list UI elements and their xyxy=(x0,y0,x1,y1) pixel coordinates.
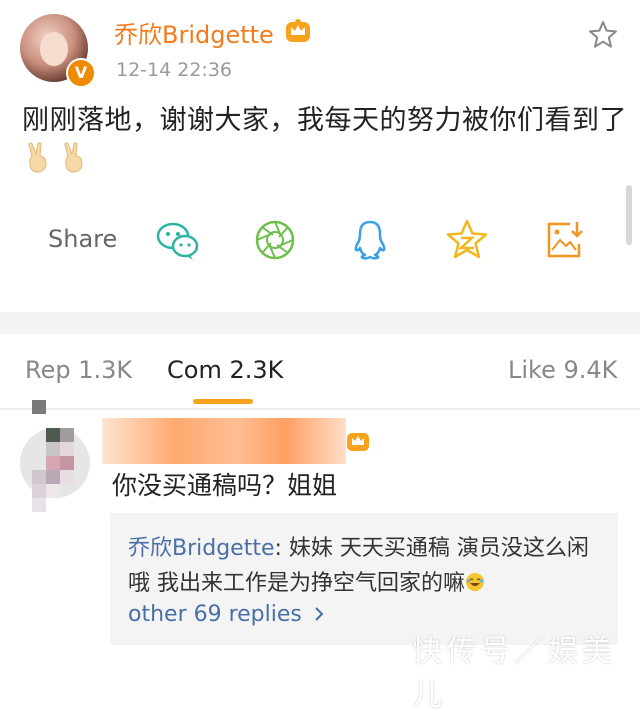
tabs-divider xyxy=(0,408,640,410)
watermark: 快传号／娱美儿 xyxy=(412,634,616,713)
moments-icon[interactable] xyxy=(251,216,299,264)
scrollbar-edge xyxy=(626,185,632,245)
section-divider xyxy=(0,312,640,334)
emoji-row xyxy=(24,142,90,174)
tab-likes[interactable]: Like 9.4K xyxy=(508,356,617,384)
tab-comments[interactable]: Com 2.3K xyxy=(167,356,283,384)
more-replies-link[interactable]: other 69 replies xyxy=(128,602,325,627)
post-text: 刚刚落地，谢谢大家，我每天的努力被你们看到了 xyxy=(22,105,627,136)
reply-line: 哦 我出来工作是为挣空气回家的嘛 xyxy=(128,565,485,597)
reply-colon: : xyxy=(274,536,289,561)
victory-hand-icon xyxy=(64,142,83,173)
reply-text-part1: 妹妹 天天买通稿 演员没这么闲 xyxy=(288,536,589,561)
reply-text-part2: 哦 我出来工作是为挣空气回家的嘛 xyxy=(128,571,465,596)
active-tab-indicator xyxy=(193,399,253,404)
post-timestamp: 12-14 22:36 xyxy=(116,59,233,81)
victory-hand-icon xyxy=(28,142,47,173)
comment-text: 你没买通稿吗？姐姐 xyxy=(112,471,338,500)
chevron-right-icon xyxy=(315,607,324,621)
reply-author[interactable]: 乔欣Bridgette xyxy=(128,536,275,561)
author-name[interactable]: 乔欣Bridgette xyxy=(114,15,274,50)
commenter-name-blurred[interactable] xyxy=(102,418,346,464)
share-label: Share xyxy=(48,225,118,253)
qq-icon[interactable] xyxy=(346,216,394,264)
laughing-emoji-icon xyxy=(466,573,484,591)
favorite-star-icon[interactable] xyxy=(586,18,620,52)
crown-icon xyxy=(347,433,369,451)
crown-icon xyxy=(286,19,310,42)
reply-line: 乔欣Bridgette: 妹妹 天天买通稿 演员没这么闲 xyxy=(128,530,589,562)
qzone-icon[interactable] xyxy=(443,216,491,264)
verified-badge: V xyxy=(66,58,96,88)
mosaic-blur xyxy=(32,400,74,512)
tab-reposts[interactable]: Rep 1.3K xyxy=(25,356,132,384)
wechat-icon[interactable] xyxy=(154,216,202,264)
more-replies-label: other 69 replies xyxy=(128,602,302,627)
save-image-icon[interactable] xyxy=(540,216,588,264)
